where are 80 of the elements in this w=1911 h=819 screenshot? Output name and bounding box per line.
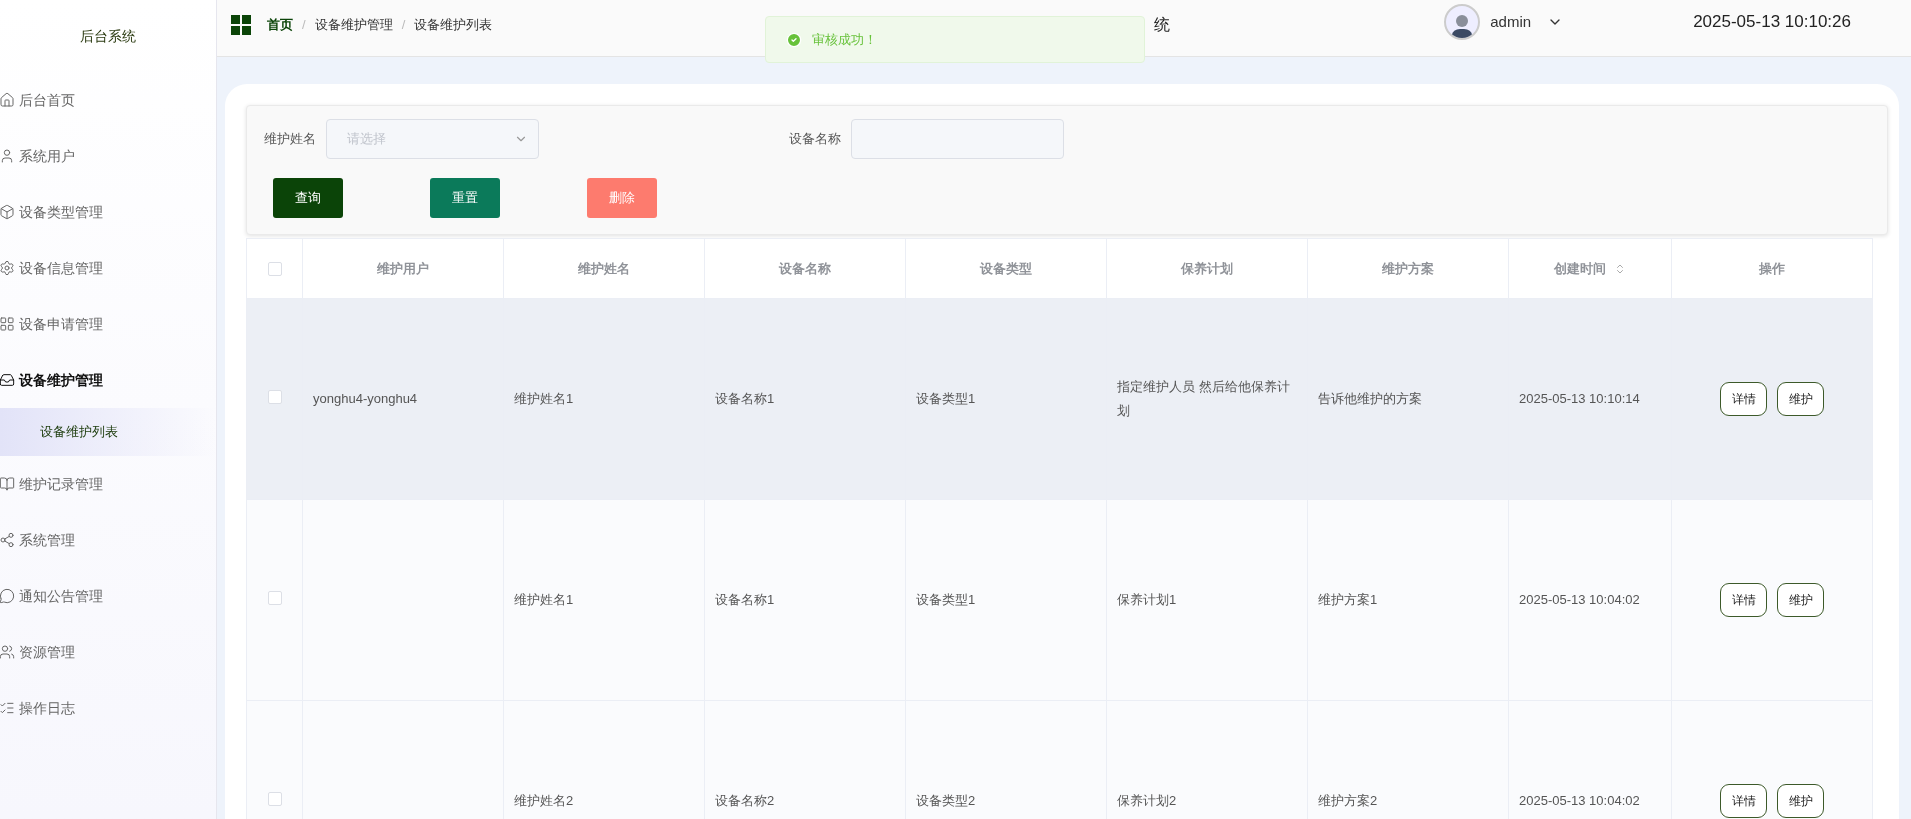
column-header: 保养计划	[1181, 259, 1233, 278]
users-icon	[0, 644, 15, 660]
sidebar-item[interactable]: 后台首页	[0, 72, 216, 128]
table-row[interactable]: 维护姓名2 设备名称2 设备类型2 保养计划2 维护方案2 2025-05-13 10:04:02 详情 维护	[246, 700, 1873, 819]
table-cell: 维护姓名1	[514, 391, 574, 406]
grid-icon	[231, 15, 251, 35]
breadcrumb-link[interactable]: 首页	[267, 15, 293, 35]
checklist-icon	[0, 700, 15, 716]
sidebar-item[interactable]: 设备维护管理	[0, 352, 216, 408]
table-cell: 设备名称1	[715, 391, 775, 406]
sidebar-item[interactable]: 设备申请管理	[0, 296, 216, 352]
table-cell: 保养计划1	[1117, 592, 1177, 607]
table-cell: 告诉他维护的方案	[1318, 391, 1422, 406]
table-cell: 保养计划2	[1117, 793, 1177, 808]
column-header: 设备类型	[980, 259, 1032, 278]
breadcrumb-link[interactable]: 设备维护列表	[414, 15, 493, 35]
breadcrumb-separator: /	[302, 16, 306, 35]
column-header: 操作	[1759, 259, 1785, 278]
table-cell: 维护姓名1	[514, 592, 574, 607]
column-header: 维护姓名	[578, 259, 630, 278]
checkbox[interactable]	[267, 261, 282, 276]
check-circle-icon	[786, 31, 802, 48]
column-header: 维护方案	[1382, 259, 1434, 278]
sidebar-item[interactable]: 通知公告管理	[0, 568, 216, 624]
username[interactable]: admin	[1490, 10, 1532, 34]
book-icon	[0, 476, 15, 492]
table-cell: 2025-05-13 10:04:02	[1519, 592, 1640, 607]
sidebar-item[interactable]: 设备类型管理	[0, 184, 216, 240]
filter-label: 维护姓名	[264, 130, 316, 149]
table-cell: 维护方案2	[1318, 793, 1378, 808]
table-row[interactable]: yonghu4-yonghu4 维护姓名1 设备名称1 设备类型1 指定维护人员 然后给他保养计划 告诉他维护的方案 2025-05-13 10:10:14 详情 维护	[246, 298, 1873, 500]
sidebar-item[interactable]: 系统用户	[0, 128, 216, 184]
row-action-button[interactable]: 详情	[1720, 583, 1767, 617]
date-time: 2025-05-13 10:10:26	[1693, 11, 1851, 34]
table-cell: 2025-05-13 10:04:02	[1519, 793, 1640, 808]
breadcrumb-link[interactable]: 设备维护管理	[314, 15, 393, 35]
table-cell: 设备类型1	[916, 592, 976, 607]
table-cell: 维护方案1	[1318, 592, 1378, 607]
table-cell: 设备名称1	[715, 592, 775, 607]
table-cell: 维护姓名2	[514, 793, 574, 808]
row-action-button[interactable]: 维护	[1777, 583, 1824, 617]
input-field[interactable]	[851, 119, 1064, 159]
table-cell: 2025-05-13 10:10:14	[1519, 391, 1640, 406]
row-action-button[interactable]: 维护	[1777, 382, 1824, 416]
checkbox[interactable]	[267, 390, 282, 404]
chat-bubble-icon	[0, 588, 15, 604]
toast-message: 审核成功！	[812, 30, 877, 49]
action-button[interactable]: 查询	[273, 178, 343, 218]
checkbox[interactable]	[267, 792, 282, 806]
avatar[interactable]	[1444, 4, 1481, 40]
column-header: 维护用户	[377, 259, 429, 278]
table-row[interactable]: 维护姓名1 设备名称1 设备类型1 保养计划1 维护方案1 2025-05-13 10:04:02 详情 维护	[246, 499, 1873, 701]
table-cell: 设备类型2	[916, 793, 976, 808]
table-cell: yonghu4-yonghu4	[313, 391, 418, 406]
filter-label: 设备名称	[789, 130, 841, 149]
sidebar-item[interactable]: 维护记录管理	[0, 456, 216, 512]
table-cell: 设备名称2	[715, 793, 775, 808]
action-button[interactable]: 重置	[430, 178, 500, 218]
row-action-button[interactable]: 维护	[1777, 784, 1824, 818]
row-action-button[interactable]: 详情	[1720, 382, 1767, 416]
cube-icon	[0, 204, 15, 220]
tray-icon	[0, 372, 15, 388]
sidebar-item[interactable]: 系统管理	[0, 512, 216, 568]
row-action-button[interactable]: 详情	[1720, 784, 1767, 818]
app-title: 后台系统	[80, 26, 136, 46]
table-cell: 指定维护人员 然后给他保养计划	[1117, 379, 1290, 418]
grid-icon	[0, 316, 15, 332]
checkbox[interactable]	[267, 591, 282, 605]
sidebar-item[interactable]: 资源管理	[0, 624, 216, 680]
system-title: 统	[1154, 15, 1171, 35]
sidebar-item[interactable]: 设备信息管理	[0, 240, 216, 296]
column-header: 设备名称	[779, 259, 831, 278]
breadcrumb-separator: /	[401, 16, 406, 35]
table-cell: 设备类型1	[916, 391, 976, 406]
home-icon	[0, 92, 15, 108]
settings-icon	[0, 260, 15, 276]
sidebar-item[interactable]: 操作日志	[0, 680, 216, 736]
share-icon	[0, 532, 15, 548]
sort-icon[interactable]	[1614, 262, 1626, 275]
user-icon	[0, 148, 15, 164]
